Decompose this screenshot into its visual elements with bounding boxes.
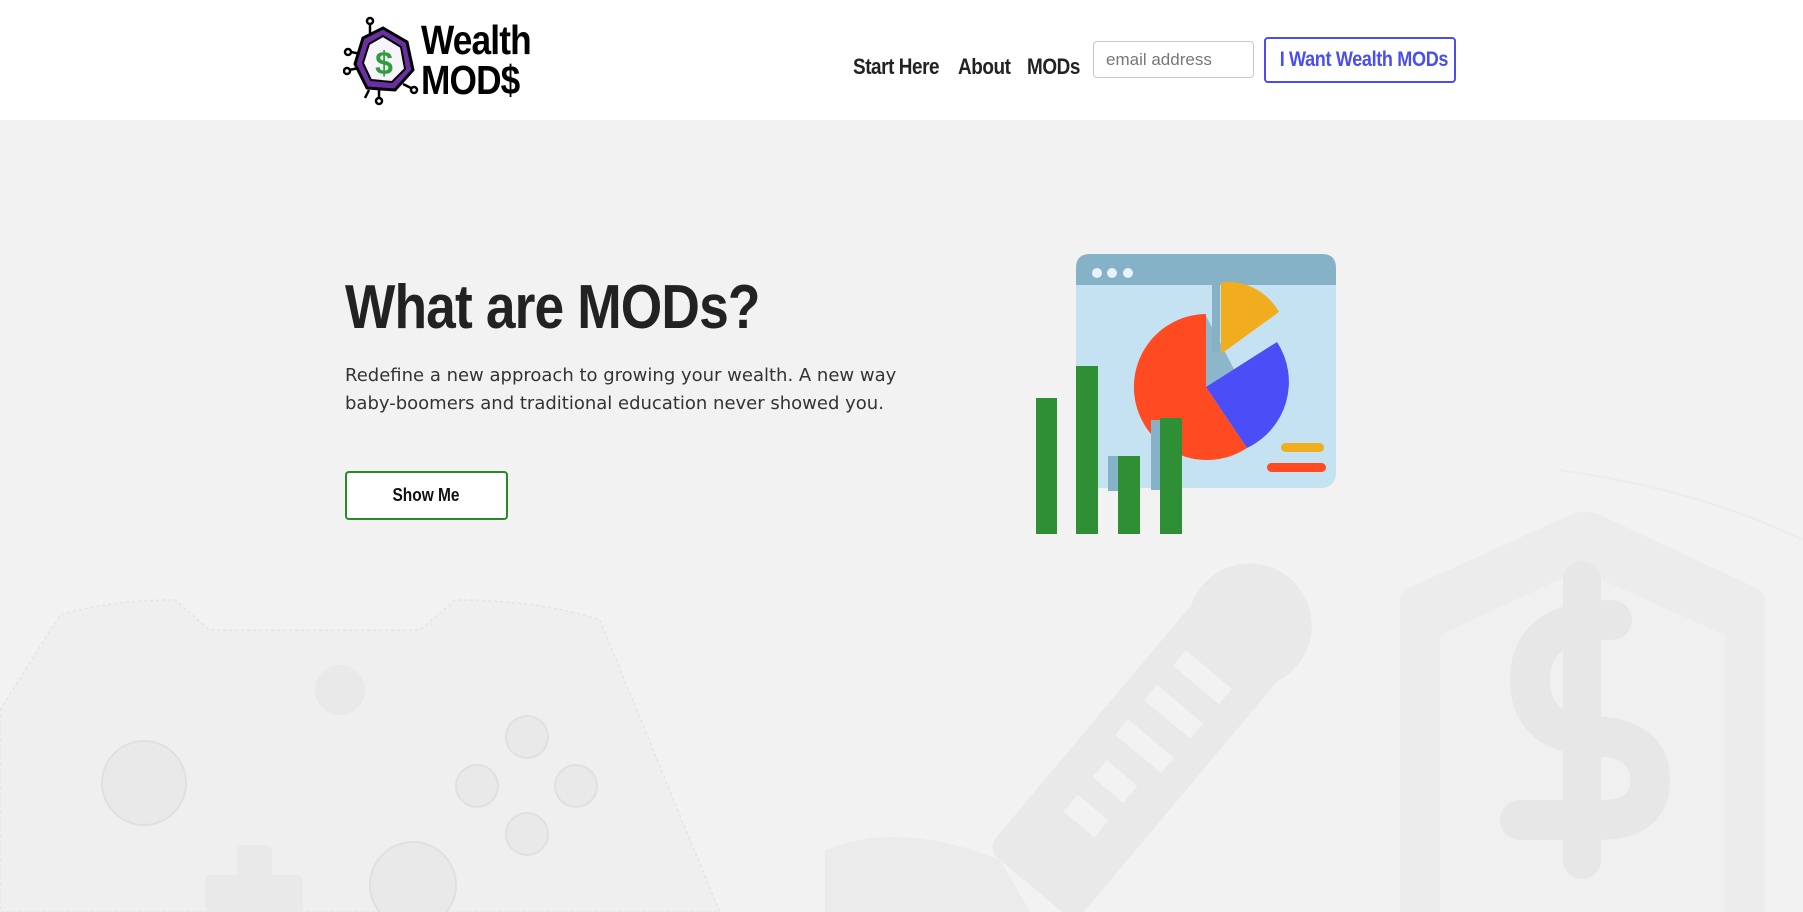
- background-decoration: [0, 469, 1803, 912]
- bar: [1160, 418, 1182, 534]
- legend-bar-red: [1267, 463, 1326, 472]
- logo[interactable]: $ Wealth MOD$: [343, 14, 543, 106]
- nav-item-about[interactable]: About: [958, 46, 1019, 88]
- finance-dashboard-illustration: [1036, 254, 1336, 534]
- nav-item-mods[interactable]: MODs: [1027, 46, 1089, 88]
- microphone-icon: [825, 563, 1312, 912]
- nav-link-about[interactable]: About: [958, 54, 1011, 80]
- bar: [1118, 456, 1140, 534]
- legend-bar-yellow: [1281, 443, 1324, 452]
- hero-description: Redefine a new approach to growing your …: [345, 365, 897, 414]
- logo-line-2: MOD$: [421, 57, 520, 103]
- dollar-chip-icon: $: [343, 16, 419, 106]
- game-controller-icon: [0, 599, 721, 912]
- site-header: $ Wealth MOD$ Start Here About MODs I Wa…: [0, 0, 1803, 120]
- svg-text:$: $: [375, 45, 393, 81]
- nav-link-mods[interactable]: MODs: [1027, 54, 1080, 80]
- shield-dollar-icon: [1400, 469, 1803, 912]
- window-dot: [1092, 268, 1102, 278]
- bar: [1036, 398, 1057, 534]
- show-me-button-label: Show Me: [392, 485, 461, 505]
- show-me-button[interactable]: Show Me: [345, 471, 508, 520]
- window-dot: [1123, 268, 1133, 278]
- logo-line-1: Wealth: [421, 17, 532, 63]
- logo-wordmark: Wealth MOD$: [421, 17, 532, 103]
- window-dot: [1107, 268, 1117, 278]
- bar: [1076, 366, 1098, 534]
- nav-link-start-here[interactable]: Start Here: [853, 54, 940, 80]
- nav-item-start-here[interactable]: Start Here: [853, 46, 953, 88]
- subscribe-button-label: I Want Wealth MODs: [1279, 48, 1449, 71]
- subscribe-button[interactable]: I Want Wealth MODs: [1264, 37, 1456, 83]
- email-field[interactable]: [1093, 41, 1254, 78]
- page-title: What are MODs?: [345, 273, 760, 342]
